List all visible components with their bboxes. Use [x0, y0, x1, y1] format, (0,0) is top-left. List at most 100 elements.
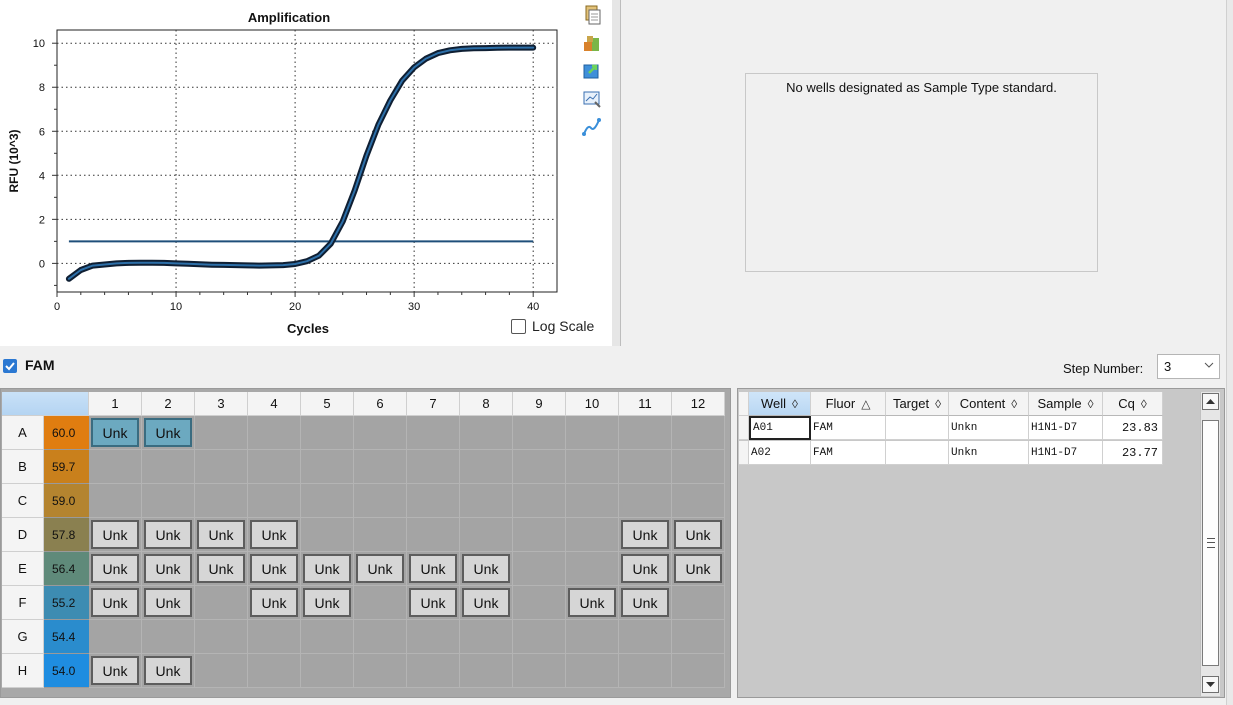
plate-well[interactable] — [354, 586, 407, 620]
plate-row-header[interactable]: B — [2, 450, 44, 484]
plate-well[interactable] — [142, 484, 195, 518]
plate-well[interactable] — [460, 416, 513, 450]
plate-column-header[interactable]: 10 — [566, 392, 619, 416]
plate-well[interactable] — [619, 654, 672, 688]
plate-well[interactable]: Unk — [460, 586, 513, 620]
plate-well[interactable]: Unk — [195, 518, 248, 552]
plate-well[interactable] — [89, 450, 142, 484]
sort-icon[interactable]: ◊ — [1011, 397, 1017, 411]
plate-well[interactable] — [566, 552, 619, 586]
plate-well[interactable]: Unk — [354, 552, 407, 586]
plate-well[interactable] — [672, 416, 725, 450]
scroll-down-button[interactable] — [1202, 676, 1219, 693]
plate-well[interactable] — [513, 518, 566, 552]
plate-well[interactable] — [248, 416, 301, 450]
plate-well[interactable]: Unk — [301, 552, 354, 586]
plate-well[interactable] — [407, 518, 460, 552]
plate-well[interactable]: Unk — [142, 586, 195, 620]
row-selector[interactable] — [739, 441, 749, 465]
plate-well[interactable] — [89, 620, 142, 654]
plate-well[interactable]: Unk — [407, 552, 460, 586]
plate-column-header[interactable]: 3 — [195, 392, 248, 416]
plate-well[interactable] — [460, 484, 513, 518]
plate-well[interactable] — [407, 484, 460, 518]
sort-icon[interactable]: ◊ — [1088, 397, 1094, 411]
step-number-select[interactable]: 3 — [1157, 354, 1220, 379]
plate-well[interactable]: Unk — [142, 518, 195, 552]
export-icon[interactable] — [581, 60, 603, 82]
plate-column-header[interactable]: 5 — [301, 392, 354, 416]
plate-well[interactable] — [513, 620, 566, 654]
settings-icon[interactable] — [581, 32, 603, 54]
plate-column-header[interactable]: 6 — [354, 392, 407, 416]
plate-column-header[interactable]: 12 — [672, 392, 725, 416]
plate-well[interactable]: Unk — [460, 552, 513, 586]
table-cell-content[interactable]: Unkn — [949, 416, 1029, 440]
plate-well[interactable]: Unk — [301, 586, 354, 620]
plate-well[interactable] — [566, 620, 619, 654]
plate-well[interactable] — [248, 620, 301, 654]
plate-well[interactable] — [301, 620, 354, 654]
plate-well[interactable] — [566, 654, 619, 688]
plate-well[interactable]: Unk — [619, 518, 672, 552]
plate-well[interactable] — [619, 416, 672, 450]
row-selector[interactable] — [739, 416, 749, 440]
plate-well[interactable] — [301, 518, 354, 552]
plate-column-header[interactable]: 2 — [142, 392, 195, 416]
table-cell-target[interactable] — [886, 416, 949, 440]
plate-well[interactable] — [460, 620, 513, 654]
plate-well[interactable] — [354, 518, 407, 552]
plate-row-header[interactable]: G — [2, 620, 44, 654]
plate-well[interactable]: Unk — [89, 654, 142, 688]
plate-well[interactable] — [619, 484, 672, 518]
plate-well[interactable] — [513, 586, 566, 620]
plate-well[interactable] — [354, 620, 407, 654]
table-cell-target[interactable] — [886, 441, 949, 465]
plate-row-header[interactable]: F — [2, 586, 44, 620]
plate-well[interactable]: Unk — [407, 586, 460, 620]
table-cell-sample[interactable]: H1N1-D7 — [1029, 441, 1103, 465]
plate-well[interactable] — [248, 484, 301, 518]
column-header-cq[interactable]: Cq ◊ — [1103, 392, 1163, 416]
plate-well[interactable] — [142, 620, 195, 654]
plate-row-header[interactable]: D — [2, 518, 44, 552]
plate-well[interactable]: Unk — [672, 518, 725, 552]
table-cell-cq[interactable]: 23.83 — [1103, 416, 1163, 440]
plate-well[interactable] — [354, 484, 407, 518]
plate-well[interactable] — [513, 552, 566, 586]
plate-column-header[interactable]: 7 — [407, 392, 460, 416]
column-header-fluor[interactable]: Fluor △ — [811, 392, 886, 416]
plate-well[interactable] — [407, 654, 460, 688]
plate-well[interactable] — [566, 450, 619, 484]
plate-row-header[interactable]: C — [2, 484, 44, 518]
plate-well[interactable] — [672, 654, 725, 688]
table-cell-sample[interactable]: H1N1-D7 — [1029, 416, 1103, 440]
sort-icon[interactable]: ◊ — [792, 397, 798, 411]
plate-corner-select[interactable] — [2, 392, 89, 416]
plate-well[interactable]: Unk — [195, 552, 248, 586]
plate-row-header[interactable]: E — [2, 552, 44, 586]
table-cell-cq[interactable]: 23.77 — [1103, 441, 1163, 465]
plate-well[interactable] — [566, 416, 619, 450]
plate-well[interactable]: Unk — [248, 518, 301, 552]
plate-well[interactable]: Unk — [619, 552, 672, 586]
plate-well[interactable] — [142, 450, 195, 484]
plate-well[interactable] — [513, 416, 566, 450]
panel-splitter[interactable] — [612, 0, 621, 346]
scroll-thumb[interactable] — [1202, 420, 1219, 666]
plate-well[interactable] — [407, 416, 460, 450]
plate-well[interactable] — [354, 416, 407, 450]
plate-well[interactable] — [407, 620, 460, 654]
plate-well[interactable] — [513, 654, 566, 688]
plate-well[interactable] — [672, 484, 725, 518]
plate-well[interactable] — [195, 450, 248, 484]
plate-column-header[interactable]: 4 — [248, 392, 301, 416]
plate-well[interactable]: Unk — [672, 552, 725, 586]
column-header-well[interactable]: Well ◊ — [749, 392, 811, 416]
plate-well[interactable]: Unk — [89, 518, 142, 552]
scroll-up-button[interactable] — [1202, 393, 1219, 410]
plate-well[interactable] — [619, 450, 672, 484]
plate-well[interactable] — [513, 450, 566, 484]
plate-well[interactable] — [89, 484, 142, 518]
log-scale-checkbox[interactable] — [511, 318, 526, 334]
